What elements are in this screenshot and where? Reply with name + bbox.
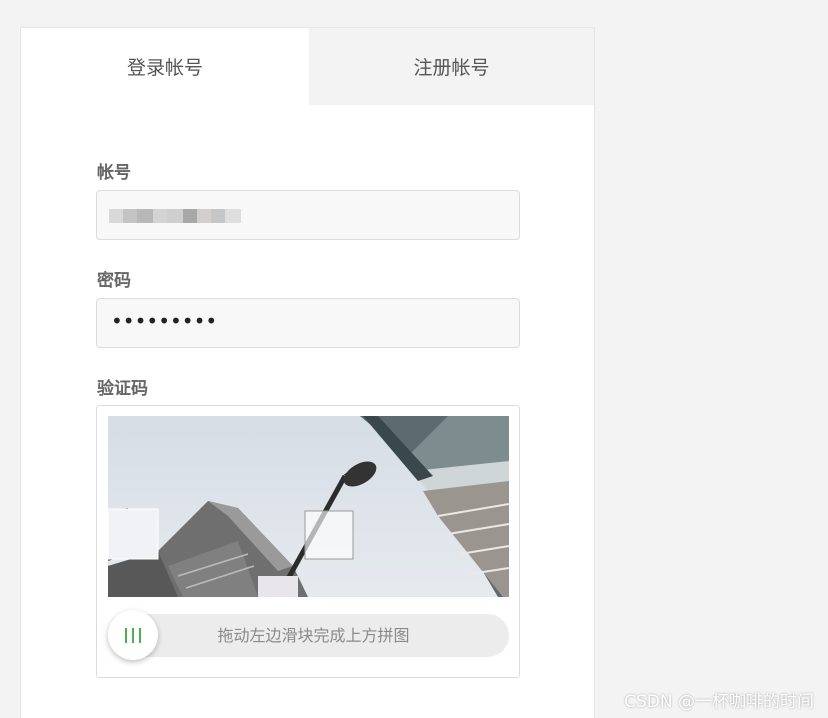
password-label: 密码 (97, 271, 131, 291)
slider-captcha: 拖动左边滑块完成上方拼图 (96, 405, 520, 678)
account-label: 帐号 (97, 163, 131, 183)
login-card: 登录帐号 注册帐号 帐号 密码 ••••••••• 验证码 拖动左边滑块完成上方… (20, 27, 595, 718)
blurred-account-value (109, 209, 241, 223)
captcha-label: 验证码 (97, 379, 148, 399)
puzzle-image (108, 416, 509, 597)
account-field[interactable] (96, 190, 520, 240)
watermark: CSDN @一杯咖啡的时间 (624, 692, 814, 712)
slider-hint: 拖动左边滑块完成上方拼图 (217, 626, 410, 645)
tab-bar: 登录帐号 注册帐号 (21, 28, 594, 105)
password-value: ••••••••• (111, 309, 218, 333)
password-field[interactable]: ••••••••• (96, 298, 520, 348)
grip-lines-icon (125, 627, 141, 643)
tab-login[interactable]: 登录帐号 (21, 28, 309, 105)
tab-register[interactable]: 注册帐号 (309, 28, 594, 105)
slider-track[interactable]: 拖动左边滑块完成上方拼图 (108, 610, 509, 660)
slider-handle[interactable] (108, 610, 158, 660)
